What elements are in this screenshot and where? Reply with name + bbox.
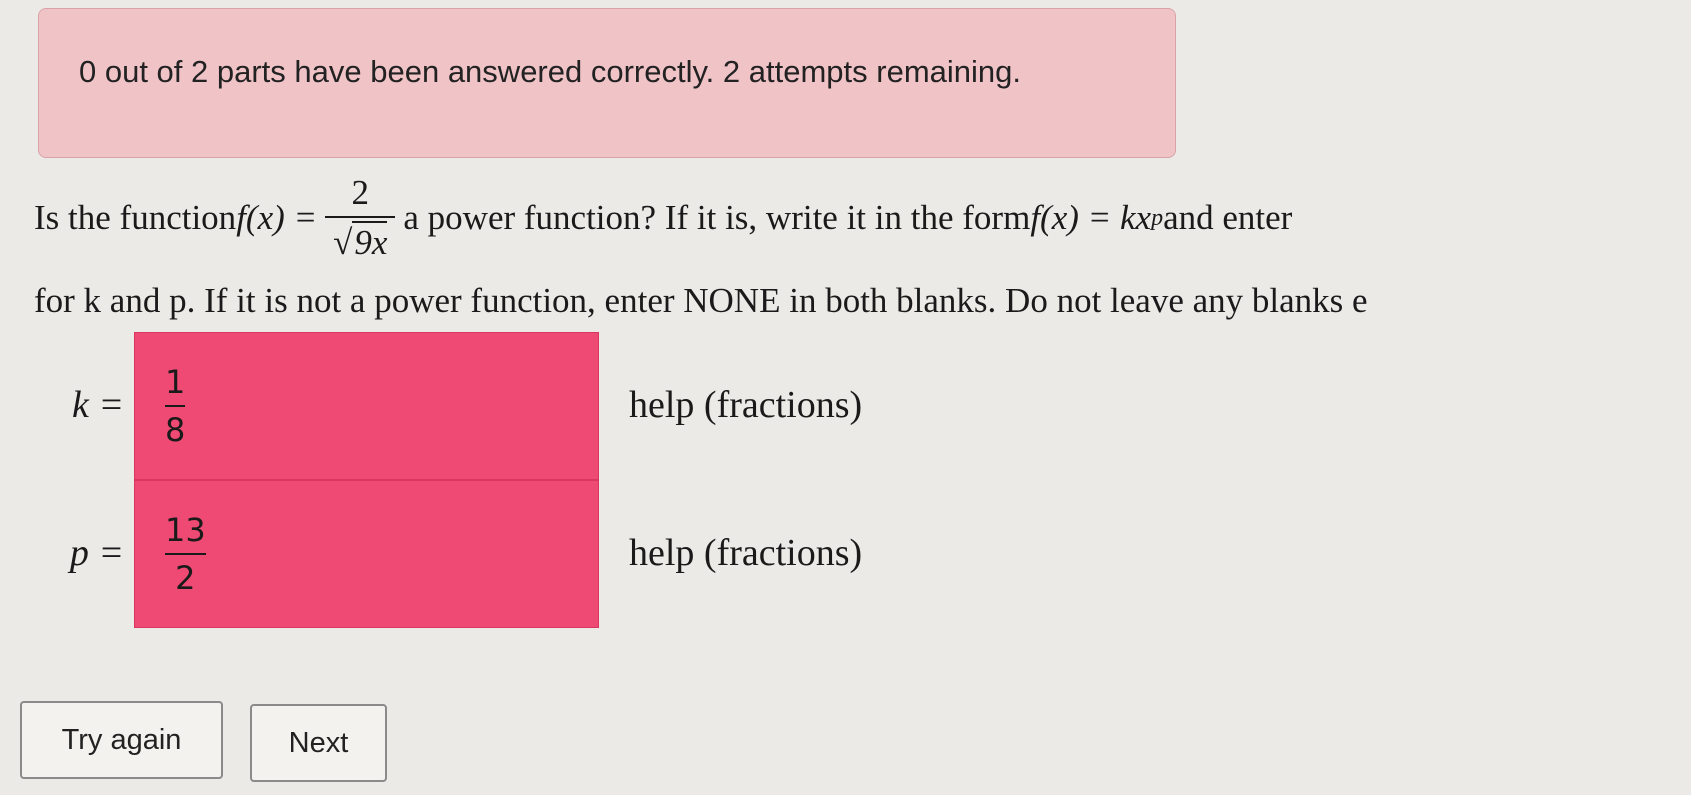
k-fraction-bar bbox=[165, 405, 186, 407]
feedback-message: 0 out of 2 parts have been answered corr… bbox=[79, 54, 1021, 89]
k-label: k = bbox=[71, 384, 124, 427]
function-lhs: f(x) = bbox=[236, 198, 318, 237]
p-help-link[interactable]: help (fractions) bbox=[629, 531, 862, 577]
next-button[interactable]: Next bbox=[250, 704, 387, 782]
question-middle: a power function? If it is, write it in … bbox=[403, 198, 1031, 237]
try-again-button[interactable]: Try again bbox=[20, 701, 223, 779]
answer-row-p: p = 13 2 help (fractions) bbox=[34, 480, 862, 628]
p-fraction-bar bbox=[165, 553, 206, 555]
question-line-1: Is the function f(x) = 2 √9x a power fun… bbox=[34, 172, 1292, 264]
feedback-banner: 0 out of 2 parts have been answered corr… bbox=[38, 8, 1176, 158]
question-prefix: Is the function bbox=[34, 198, 237, 237]
k-numerator: 1 bbox=[165, 362, 186, 401]
k-help-link[interactable]: help (fractions) bbox=[629, 383, 862, 429]
power-form-exponent: p bbox=[1151, 204, 1164, 231]
p-input[interactable]: 13 2 bbox=[134, 480, 599, 628]
p-numerator: 13 bbox=[165, 510, 206, 549]
fraction-denominator: √9x bbox=[333, 221, 388, 262]
k-denominator: 8 bbox=[165, 411, 186, 449]
k-value: 1 8 bbox=[165, 362, 186, 450]
fraction-numerator: 2 bbox=[351, 173, 370, 212]
answer-row-k: k = 1 8 help (fractions) bbox=[34, 332, 862, 480]
question-suffix: and enter bbox=[1163, 198, 1293, 237]
function-fraction: 2 √9x bbox=[325, 172, 396, 264]
p-value: 13 2 bbox=[165, 511, 206, 598]
p-denominator: 2 bbox=[175, 559, 196, 597]
k-input[interactable]: 1 8 bbox=[134, 332, 599, 480]
sqrt-radicand: 9x bbox=[352, 221, 388, 262]
power-form: f(x) = kx bbox=[1030, 198, 1152, 237]
p-label: p = bbox=[69, 532, 124, 575]
question-line-2: for k and p. If it is not a power functi… bbox=[34, 281, 1368, 320]
